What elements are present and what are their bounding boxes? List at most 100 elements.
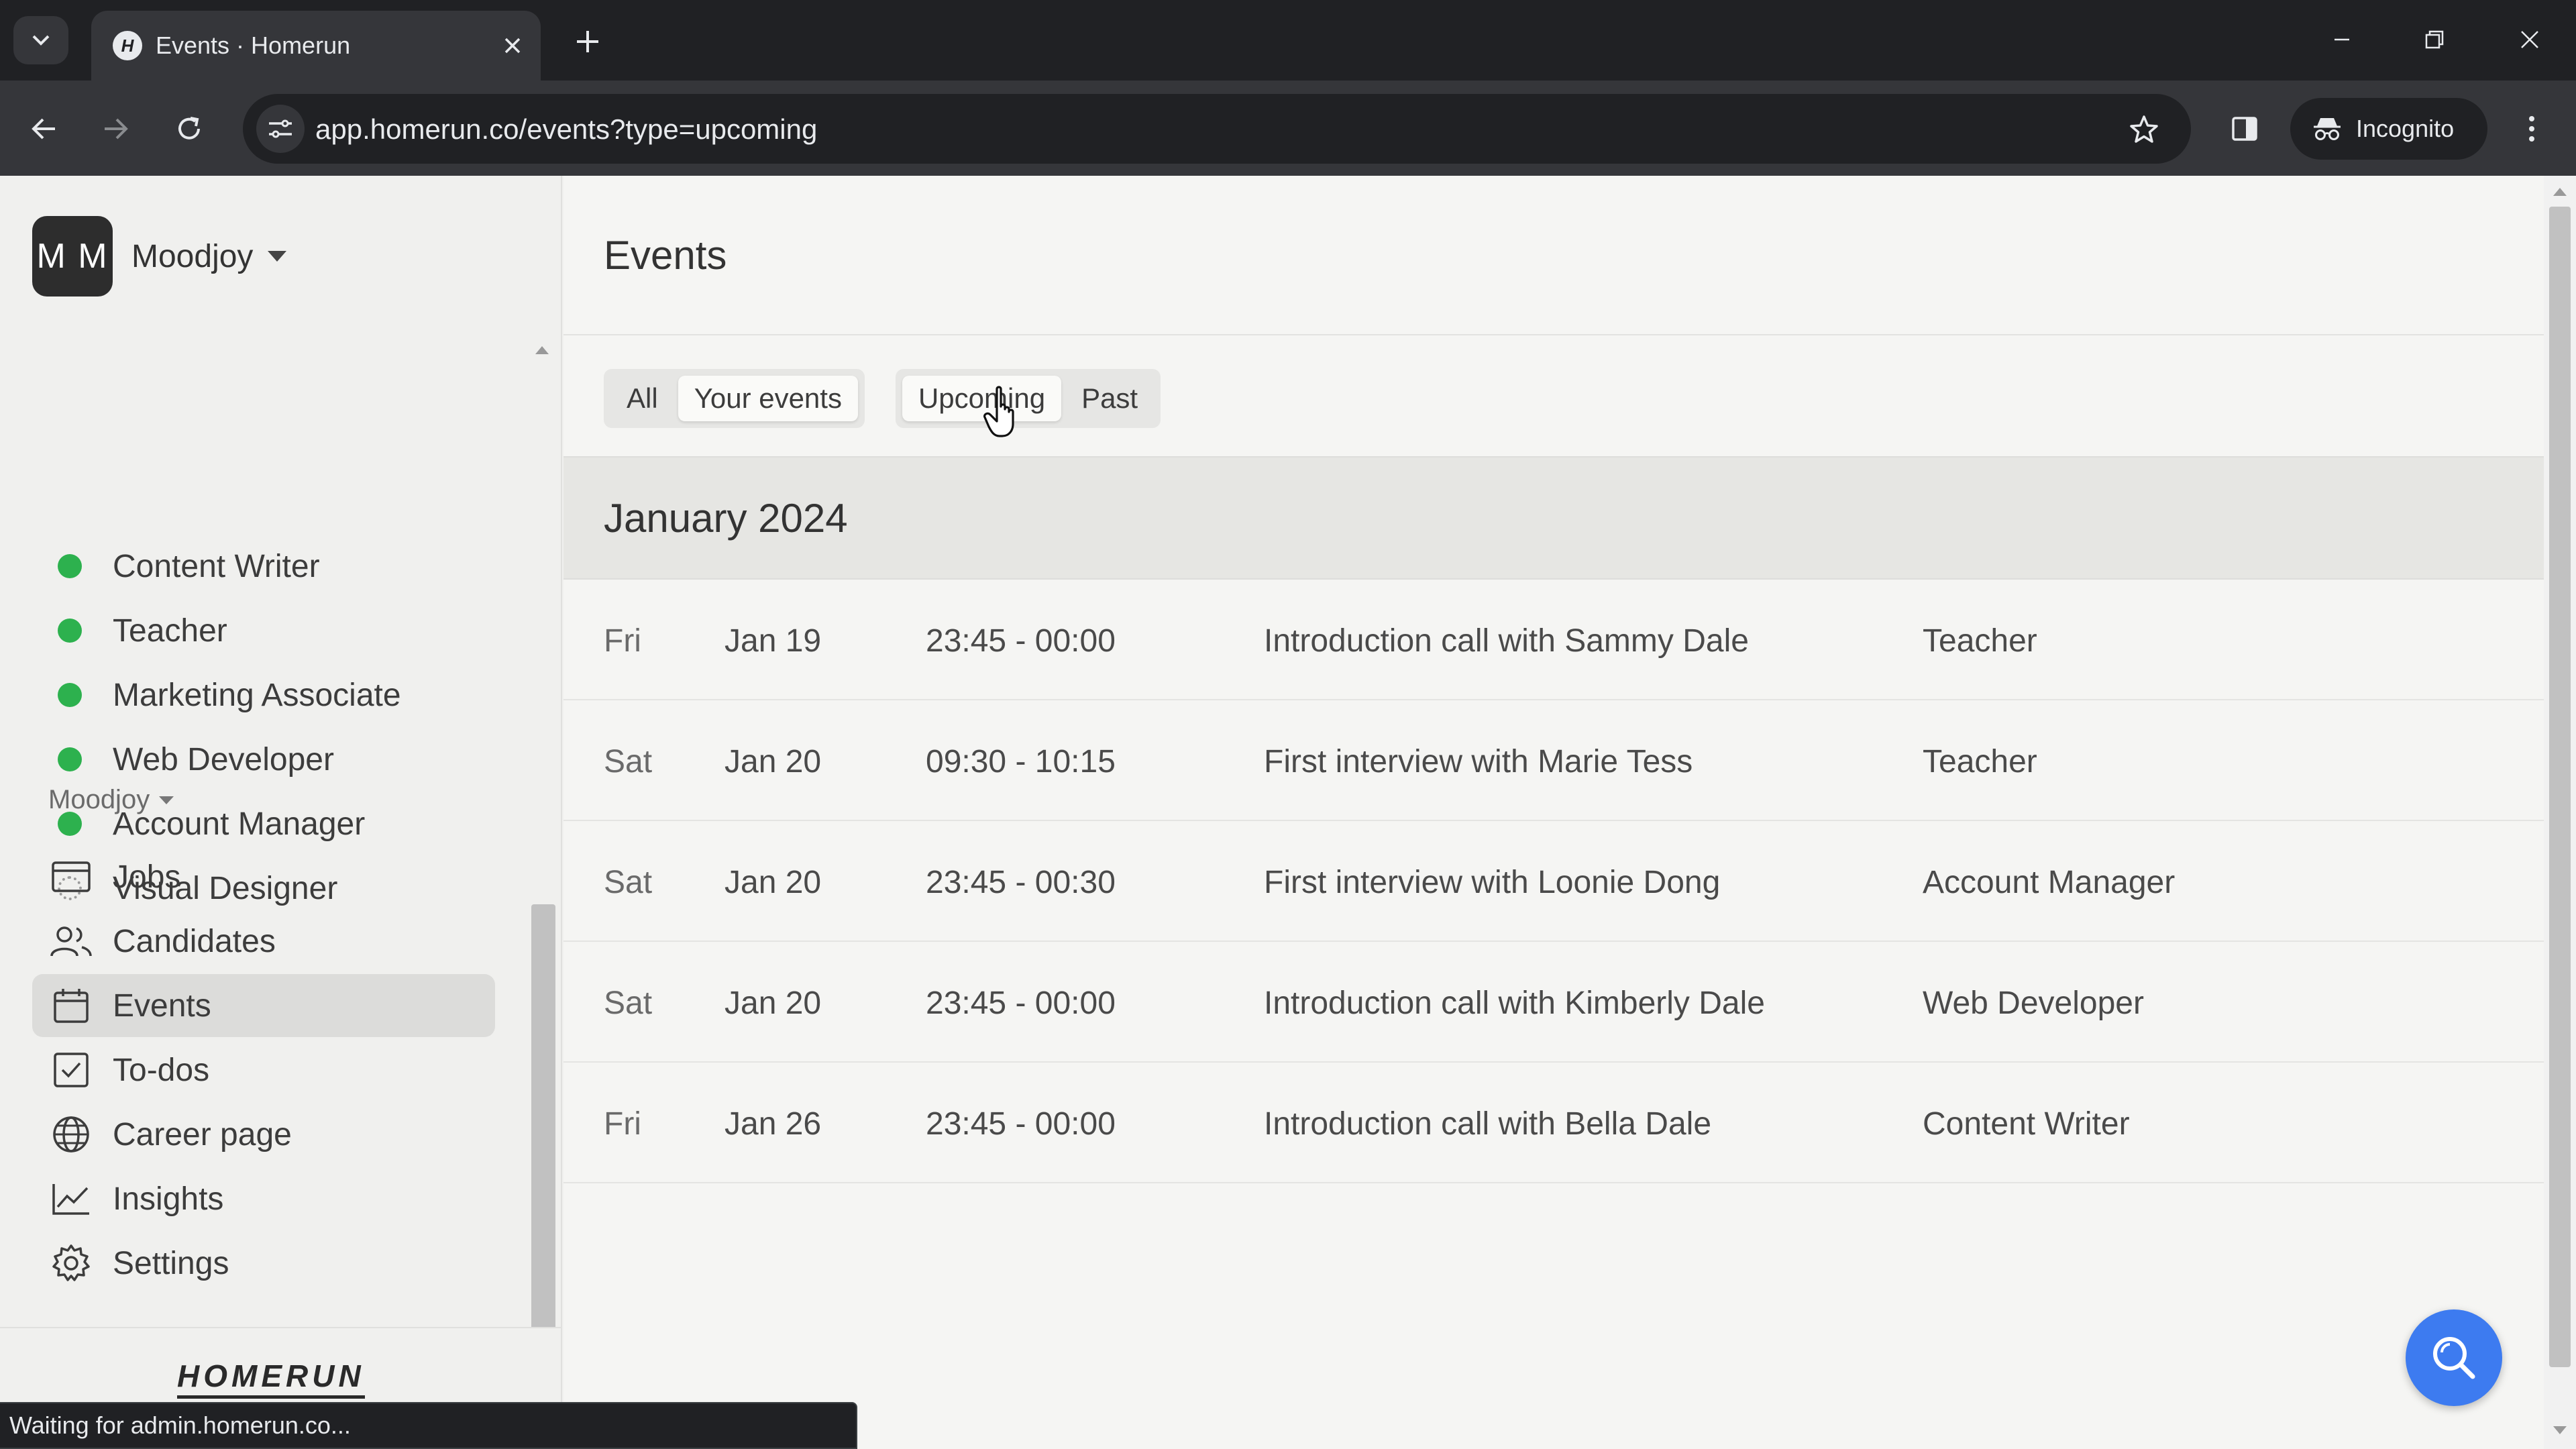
org-switcher[interactable]: M M Moodjoy bbox=[32, 216, 287, 297]
reload-icon bbox=[178, 117, 200, 140]
event-row[interactable]: Fri Jan 26 23:45 - 00:00 Introduction ca… bbox=[564, 1063, 2544, 1183]
event-date: Jan 20 bbox=[724, 744, 822, 780]
url-text: app.homerun.co/events?type=upcoming bbox=[315, 113, 818, 145]
filter-all-button[interactable]: All bbox=[610, 376, 674, 421]
job-label: Marketing Associate bbox=[113, 677, 401, 713]
sidebar: M M Moodjoy Content Writer Teacher Marke… bbox=[0, 176, 562, 1449]
event-job: Web Developer bbox=[1923, 985, 2144, 1021]
event-date: Jan 20 bbox=[724, 985, 822, 1021]
caret-down-icon bbox=[268, 251, 287, 262]
caret-down-icon bbox=[159, 796, 174, 804]
event-filters: All Your events Upcoming Past bbox=[604, 369, 1161, 428]
event-time: 23:45 - 00:00 bbox=[926, 985, 1116, 1021]
nav-label: Career page bbox=[113, 1116, 292, 1152]
nav-item-candidates[interactable]: Candidates bbox=[32, 910, 495, 973]
event-title: First interview with Marie Tess bbox=[1264, 744, 1693, 780]
job-item-marketing-associate[interactable]: Marketing Associate bbox=[32, 668, 401, 722]
tab-title: Events · Homerun bbox=[156, 32, 351, 59]
active-status-dot bbox=[58, 554, 82, 578]
briefcase-icon bbox=[50, 855, 93, 898]
job-item-teacher[interactable]: Teacher bbox=[32, 604, 227, 657]
event-time: 09:30 - 10:15 bbox=[926, 744, 1116, 780]
incognito-indicator[interactable]: Incognito bbox=[2290, 98, 2487, 160]
event-title: First interview with Loonie Dong bbox=[1264, 865, 1721, 900]
browser-tab[interactable]: H Events · Homerun bbox=[91, 11, 541, 80]
event-date: Jan 26 bbox=[724, 1106, 822, 1142]
homerun-logo: HOMERUN bbox=[177, 1358, 365, 1393]
filter-upcoming-button[interactable]: Upcoming bbox=[902, 376, 1062, 421]
checkbox-icon bbox=[50, 1049, 93, 1091]
side-panel-button[interactable] bbox=[2220, 105, 2269, 153]
event-row[interactable]: Sat Jan 20 23:45 - 00:30 First interview… bbox=[564, 821, 2544, 942]
back-button[interactable] bbox=[20, 105, 68, 153]
scroll-up-arrow-icon[interactable] bbox=[535, 346, 549, 354]
nav-label: Events bbox=[113, 987, 211, 1024]
nav-item-jobs[interactable]: Jobs bbox=[32, 845, 495, 908]
browser-tabstrip: H Events · Homerun bbox=[0, 0, 2576, 80]
forward-button[interactable] bbox=[91, 105, 140, 153]
tab-search-button[interactable] bbox=[13, 16, 68, 64]
reload-button[interactable] bbox=[165, 105, 213, 153]
nav-item-events[interactable]: Events bbox=[32, 974, 495, 1037]
browser-menu-button[interactable] bbox=[2508, 105, 2556, 153]
org-section-toggle[interactable]: Moodjoy bbox=[48, 785, 174, 815]
page-title: Events bbox=[604, 233, 727, 278]
filter-your-events-button[interactable]: Your events bbox=[678, 376, 858, 421]
page-scrollbar[interactable] bbox=[2544, 176, 2576, 1449]
event-title: Introduction call with Bella Dale bbox=[1264, 1106, 1712, 1142]
new-tab-button[interactable] bbox=[568, 21, 608, 62]
nav-item-career-page[interactable]: Career page bbox=[32, 1103, 495, 1166]
org-name: Moodjoy bbox=[131, 238, 254, 274]
search-icon bbox=[2433, 1337, 2475, 1379]
event-day: Fri bbox=[604, 1106, 641, 1142]
nav-item-settings[interactable]: Settings bbox=[32, 1232, 495, 1295]
job-label: Web Developer bbox=[113, 741, 334, 777]
event-row[interactable]: Sat Jan 20 09:30 - 10:15 First interview… bbox=[564, 700, 2544, 821]
event-time: 23:45 - 00:00 bbox=[926, 623, 1116, 659]
bookmark-button[interactable] bbox=[2123, 109, 2165, 152]
event-day: Sat bbox=[604, 744, 653, 780]
event-day: Fri bbox=[604, 623, 641, 659]
sidebar-scrollbar[interactable] bbox=[529, 339, 558, 1449]
event-time: 23:45 - 00:00 bbox=[926, 1106, 1116, 1142]
side-panel-icon bbox=[2232, 117, 2257, 141]
incognito-label: Incognito bbox=[2356, 115, 2455, 142]
scrollbar-thumb[interactable] bbox=[2549, 207, 2571, 1367]
arrow-left-icon bbox=[32, 118, 55, 140]
event-job: Account Manager bbox=[1923, 865, 2176, 900]
filter-past-button[interactable]: Past bbox=[1065, 376, 1154, 421]
more-vert-icon bbox=[2529, 116, 2534, 142]
minimize-icon bbox=[2334, 38, 2349, 41]
month-group-header: January 2024 bbox=[564, 456, 2544, 580]
event-row[interactable]: Sat Jan 20 23:45 - 00:00 Introduction ca… bbox=[564, 942, 2544, 1063]
users-icon bbox=[50, 920, 93, 963]
restore-button[interactable] bbox=[2411, 17, 2458, 62]
section-label: Moodjoy bbox=[48, 785, 150, 814]
event-day: Sat bbox=[604, 865, 653, 900]
nav-item-to-dos[interactable]: To-dos bbox=[32, 1038, 495, 1102]
hand-cursor-icon bbox=[983, 386, 1014, 437]
events-list: Fri Jan 19 23:45 - 00:00 Introduction ca… bbox=[564, 580, 2544, 1183]
scroll-down-arrow-icon[interactable] bbox=[2553, 1426, 2567, 1434]
event-day: Sat bbox=[604, 985, 653, 1021]
job-item-web-developer[interactable]: Web Developer bbox=[32, 733, 334, 786]
close-window-button[interactable] bbox=[2506, 17, 2553, 62]
browser-status-bubble: Waiting for admin.homerun.co... bbox=[0, 1402, 857, 1449]
event-date: Jan 19 bbox=[724, 623, 822, 659]
globe-icon bbox=[50, 1113, 93, 1156]
event-job: Teacher bbox=[1923, 623, 2037, 659]
tab-close-button[interactable] bbox=[496, 30, 529, 62]
search-fab-button[interactable] bbox=[2406, 1309, 2502, 1406]
nav-item-insights[interactable]: Insights bbox=[32, 1167, 495, 1230]
incognito-icon bbox=[2314, 118, 2341, 140]
minimize-button[interactable] bbox=[2318, 17, 2365, 62]
event-row[interactable]: Fri Jan 19 23:45 - 00:00 Introduction ca… bbox=[564, 580, 2544, 700]
job-item-content-writer[interactable]: Content Writer bbox=[32, 539, 320, 593]
address-bar[interactable]: app.homerun.co/events?type=upcoming bbox=[243, 94, 2191, 164]
star-icon bbox=[2130, 115, 2158, 143]
app-root: M M Moodjoy Content Writer Teacher Marke… bbox=[0, 176, 2576, 1449]
event-time: 23:45 - 00:30 bbox=[926, 865, 1116, 900]
close-icon bbox=[2521, 31, 2538, 48]
site-info-button[interactable] bbox=[256, 105, 305, 153]
scroll-up-arrow-icon[interactable] bbox=[2553, 188, 2567, 196]
